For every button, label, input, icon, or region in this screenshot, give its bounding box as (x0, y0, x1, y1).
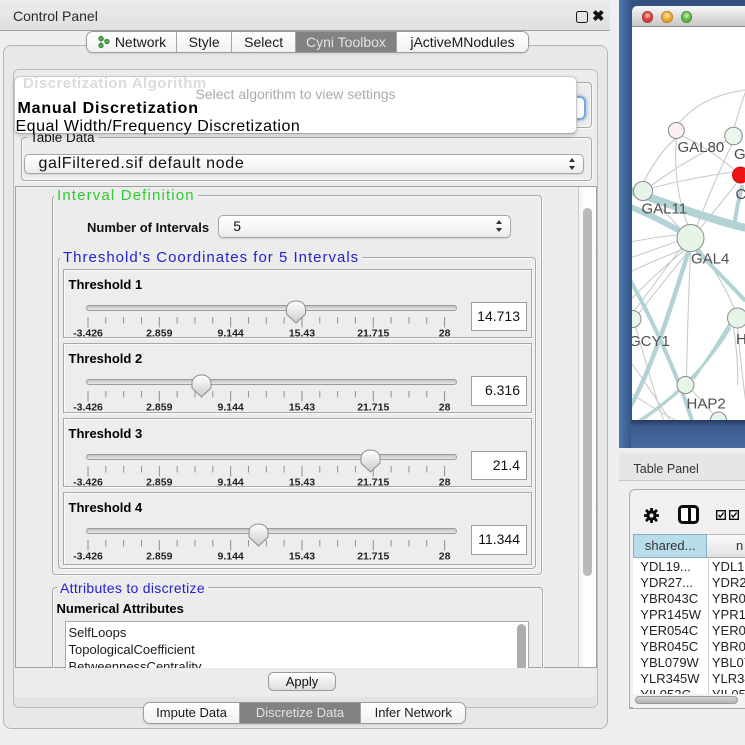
svg-text:28: 28 (439, 551, 451, 563)
svg-text:GAL4: GAL4 (691, 251, 729, 268)
svg-text:15.43: 15.43 (289, 327, 315, 339)
svg-text:9.144: 9.144 (217, 476, 243, 488)
svg-text:28: 28 (439, 327, 451, 339)
svg-text:28: 28 (439, 476, 451, 488)
svg-text:28: 28 (439, 402, 451, 414)
svg-text:21.715: 21.715 (357, 551, 389, 563)
svg-text:-3.426: -3.426 (73, 476, 103, 488)
svg-text:2.859: 2.859 (146, 402, 172, 414)
svg-text:15.43: 15.43 (289, 402, 315, 414)
svg-text:-3.426: -3.426 (73, 551, 103, 563)
svg-text:HAP2: HAP2 (686, 396, 725, 413)
svg-text:9.144: 9.144 (217, 402, 243, 414)
svg-text:H: H (736, 331, 745, 348)
svg-text:-3.426: -3.426 (73, 327, 103, 339)
svg-text:2.859: 2.859 (146, 327, 172, 339)
svg-text:2.859: 2.859 (146, 476, 172, 488)
svg-text:21.715: 21.715 (357, 476, 389, 488)
svg-text:21.715: 21.715 (357, 327, 389, 339)
svg-text:GCY1: GCY1 (632, 333, 670, 350)
svg-text:9.144: 9.144 (217, 551, 243, 563)
svg-text:C: C (735, 186, 745, 203)
svg-text:G.: G. (734, 146, 745, 163)
svg-text:21.715: 21.715 (357, 402, 389, 414)
svg-text:9.144: 9.144 (217, 327, 243, 339)
svg-text:15.43: 15.43 (289, 476, 315, 488)
svg-text:GAL80: GAL80 (677, 139, 724, 156)
svg-text:-3.426: -3.426 (73, 402, 103, 414)
svg-text:GAL11: GAL11 (641, 201, 687, 218)
svg-text:2.859: 2.859 (146, 551, 172, 563)
svg-text:15.43: 15.43 (289, 551, 315, 563)
